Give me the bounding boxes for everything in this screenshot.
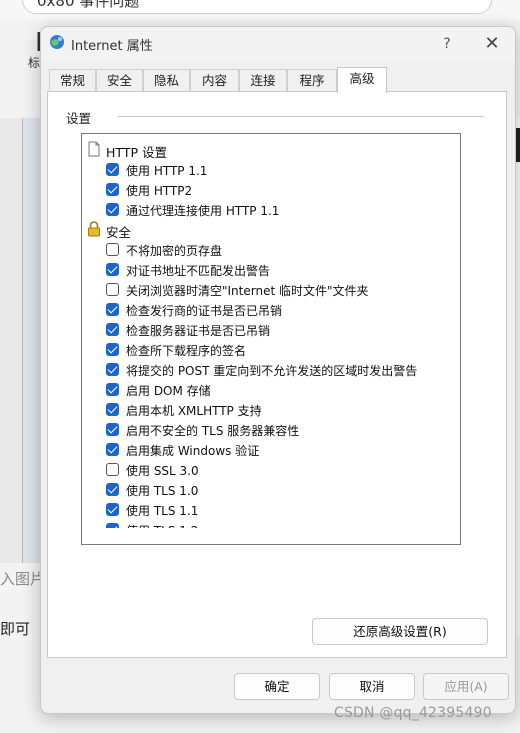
tab-5[interactable]: 连接 <box>239 69 287 91</box>
restore-advanced-settings-button[interactable]: 还原高级设置(R) <box>312 618 488 645</box>
tab-2[interactable]: 安全 <box>96 69 143 91</box>
background-toolbar-label: 标 <box>28 56 41 70</box>
settings-option-label: 启用本机 XMLHTTP 支持 <box>126 404 262 418</box>
settings-option[interactable]: 启用 DOM 存储 <box>82 380 442 400</box>
settings-option[interactable]: 对证书地址不匹配发出警告 <box>82 260 442 280</box>
background-search-box: 0x80 事件问题 <box>22 0 492 14</box>
settings-option[interactable]: 使用 TLS 1.2 <box>82 520 442 528</box>
settings-option[interactable]: 启用不安全的 TLS 服务器兼容性 <box>82 420 442 440</box>
checkbox-checked[interactable] <box>106 303 119 316</box>
settings-option-label: 检查发行商的证书是否已吊销 <box>126 304 283 318</box>
settings-option-label: 启用集成 Windows 验证 <box>126 444 260 458</box>
settings-option-label: 将提交的 POST 重定向到不允许发送的区域时发出警告 <box>126 364 418 378</box>
settings-option[interactable]: 启用集成 Windows 验证 <box>82 440 442 460</box>
settings-option-label: 检查服务器证书是否已吊销 <box>126 324 271 338</box>
checkbox-checked[interactable] <box>106 443 119 456</box>
internet-globe-icon <box>50 35 64 49</box>
settings-option[interactable]: 检查服务器证书是否已吊销 <box>82 320 442 340</box>
settings-option[interactable]: 检查所下载程序的签名 <box>82 340 442 360</box>
checkbox-checked[interactable] <box>106 503 119 516</box>
checkbox-checked[interactable] <box>106 343 119 356</box>
lock-icon <box>88 221 100 237</box>
settings-option[interactable]: 启用本机 XMLHTTP 支持 <box>82 400 442 420</box>
settings-option[interactable]: 关闭浏览器时清空"Internet 临时文件"文件夹 <box>82 280 442 300</box>
settings-group-label: 设置 <box>66 111 92 126</box>
apply-button[interactable]: 应用(A) <box>423 673 509 700</box>
close-button[interactable]: ✕ <box>479 33 505 55</box>
checkbox-checked[interactable] <box>106 523 119 528</box>
help-button[interactable]: ? <box>435 33 459 55</box>
settings-option-label: 不将加密的页存盘 <box>126 244 223 258</box>
settings-option-label: 使用 TLS 1.1 <box>126 504 199 518</box>
settings-option-label: 使用 HTTP2 <box>126 184 193 198</box>
checkbox-unchecked[interactable] <box>106 243 119 256</box>
checkbox-checked[interactable] <box>106 163 119 176</box>
settings-option[interactable]: 检查发行商的证书是否已吊销 <box>82 300 442 320</box>
background-insert-image-text: 入图片 <box>0 570 46 588</box>
settings-option-label: 检查所下载程序的签名 <box>126 344 247 358</box>
settings-option[interactable]: 使用 HTTP 1.1 <box>82 160 442 180</box>
checkbox-checked[interactable] <box>106 323 119 336</box>
advanced-tab-panel: 设置 HTTP 设置使用 HTTP 1.1 使用 HTTP2 通过代理连接使用 HT… <box>47 91 507 658</box>
settings-option-label: 对证书地址不匹配发出警告 <box>126 264 271 278</box>
settings-option-label: HTTP 设置 <box>106 145 167 160</box>
tab-6[interactable]: 程序 <box>287 69 337 91</box>
tab-7[interactable]: 高级 <box>337 67 387 93</box>
dialog-title: Internet 属性 <box>71 39 153 54</box>
checkbox-checked[interactable] <box>106 363 119 376</box>
settings-option[interactable]: 不将加密的页存盘 <box>82 240 442 260</box>
settings-option-label: 启用不安全的 TLS 服务器兼容性 <box>126 424 300 438</box>
settings-list-content: HTTP 设置使用 HTTP 1.1 使用 HTTP2 通过代理连接使用 HTTP … <box>82 134 442 528</box>
settings-list[interactable]: HTTP 设置使用 HTTP 1.1 使用 HTTP2 通过代理连接使用 HTTP … <box>81 133 461 545</box>
settings-option[interactable]: 使用 HTTP2 <box>82 180 442 200</box>
background-body-text: 即可 <box>0 620 31 638</box>
settings-option-label: 使用 TLS 1.0 <box>126 484 199 498</box>
tab-1[interactable]: 常规 <box>49 69 96 91</box>
settings-option[interactable]: 使用 SSL 3.0 <box>82 460 442 480</box>
csdn-watermark: CSDN @qq_42395490 <box>334 705 492 721</box>
checkbox-checked[interactable] <box>106 423 119 436</box>
ok-button[interactable]: 确定 <box>234 673 320 700</box>
checkbox-unchecked[interactable] <box>106 463 119 476</box>
checkbox-checked[interactable] <box>106 483 119 496</box>
settings-option-label: 使用 TLS 1.2 <box>126 522 198 528</box>
checkbox-checked[interactable] <box>106 183 119 196</box>
settings-option[interactable]: 使用 TLS 1.1 <box>82 500 442 520</box>
settings-option-label: 通过代理连接使用 HTTP 1.1 <box>126 204 280 218</box>
settings-option[interactable]: 通过代理连接使用 HTTP 1.1 <box>82 200 442 220</box>
checkbox-checked[interactable] <box>106 263 119 276</box>
settings-category: 安全 <box>82 220 442 240</box>
settings-category: HTTP 设置 <box>82 140 442 160</box>
checkbox-checked[interactable] <box>106 383 119 396</box>
settings-option[interactable]: 使用 TLS 1.0 <box>82 480 442 500</box>
settings-option[interactable]: 将提交的 POST 重定向到不允许发送的区域时发出警告 <box>82 360 442 380</box>
cancel-button[interactable]: 取消 <box>329 673 415 700</box>
checkbox-unchecked[interactable] <box>106 283 119 296</box>
title-bar[interactable]: Internet 属性 ? ✕ <box>41 27 515 61</box>
settings-option-label: 使用 SSL 3.0 <box>126 464 199 478</box>
checkbox-checked[interactable] <box>106 203 119 216</box>
settings-option-label: 关闭浏览器时清空"Internet 临时文件"文件夹 <box>126 284 369 298</box>
settings-option-label: 启用 DOM 存储 <box>126 384 211 398</box>
group-divider <box>118 116 484 117</box>
checkbox-checked[interactable] <box>106 403 119 416</box>
settings-option-label: 安全 <box>106 225 132 240</box>
tab-3[interactable]: 隐私 <box>143 69 190 91</box>
document-icon <box>88 141 100 157</box>
settings-option-label: 使用 HTTP 1.1 <box>126 164 208 178</box>
internet-options-dialog: Internet 属性 ? ✕ 常规 安全 隐私 内容 连接 程序 高级 设置 HTTP 设… <box>40 26 516 714</box>
tab-4[interactable]: 内容 <box>190 69 239 91</box>
